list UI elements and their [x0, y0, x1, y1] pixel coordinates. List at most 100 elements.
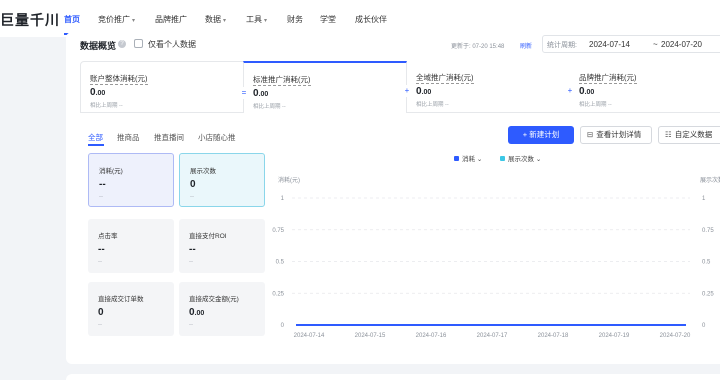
metric-tab-compare: 相比上周期 --: [253, 104, 286, 110]
metric-box-gmv[interactable]: 直接成交金额(元) 0.00 --: [179, 282, 265, 336]
y-tick-label-left: 0: [281, 323, 285, 329]
personal-data-label[interactable]: 仅看个人数据: [148, 39, 196, 50]
x-tick-label: 2024-07-16: [416, 333, 447, 339]
metric-box-compare: --: [189, 322, 193, 328]
nav-item-tools[interactable]: 工具 ▾: [246, 14, 267, 25]
metric-box-value: 0.00: [189, 307, 205, 318]
period-picker[interactable]: 统计周期: 2024-07-14 ~ 2024-07-20: [542, 35, 720, 53]
chevron-down-icon: ▾: [264, 18, 268, 24]
view-plan-detail-button[interactable]: ⊟ 查看计划详情: [580, 126, 652, 144]
settings-icon: ☷: [665, 130, 672, 139]
nav-item-bidding[interactable]: 竞价推广 ▾: [98, 14, 135, 25]
y-tick-label-right: 1: [702, 196, 706, 202]
y-tick-label-left: 0.75: [272, 228, 284, 234]
metric-tab-value: 0.00: [579, 86, 595, 97]
metric-box-label: 直接支付ROI: [189, 233, 227, 240]
nav-item-home[interactable]: 首页: [64, 14, 80, 25]
brand-logo[interactable]: 巨量千川: [0, 10, 60, 30]
equals-icon: =: [238, 87, 250, 99]
y-axis-left-title: 消耗(元): [278, 176, 300, 184]
subtab-shop-promo[interactable]: 小店随心推: [198, 132, 236, 143]
personal-data-checkbox[interactable]: [134, 39, 143, 48]
data-overview-card: 数据概览 ? 仅看个人数据 更新于: 07-20 15:48 刷新 统计周期: …: [66, 32, 720, 364]
nav-item-finance[interactable]: 财务: [287, 14, 303, 25]
custom-data-button[interactable]: ☷ 自定义数据: [658, 126, 720, 144]
metric-tab-standard[interactable]: = 标准推广消耗(元) 0.00 相比上周期 --: [238, 61, 407, 113]
metric-tab-global[interactable]: + 全域推广消耗(元) 0.00 相比上周期 --: [401, 61, 571, 113]
nav-item-brand[interactable]: 品牌推广: [155, 14, 187, 25]
y-tick-label-right: 0.25: [702, 291, 714, 297]
list-icon: ⊟: [587, 130, 594, 139]
metric-box-roi[interactable]: 直接支付ROI -- --: [179, 219, 265, 273]
subtab-all[interactable]: 全部: [88, 132, 103, 143]
metric-tab-value: 0.00: [90, 87, 106, 98]
metric-tab-account-total[interactable]: 账户整体消耗(元) 0.00 相比上周期 --: [80, 61, 244, 113]
legend-swatch: [500, 156, 505, 161]
legend-swatch: [454, 156, 459, 161]
new-plan-button[interactable]: + 新建计划: [508, 126, 574, 144]
period-end-date[interactable]: 2024-07-20: [661, 40, 702, 49]
x-tick-label: 2024-07-14: [294, 333, 325, 339]
x-tick-label: 2024-07-19: [599, 333, 630, 339]
metric-tab-title: 标准推广消耗(元): [253, 75, 311, 86]
nav-item-data[interactable]: 数据 ▾: [205, 14, 226, 25]
chevron-down-icon: ▾: [132, 18, 136, 24]
metric-box-value: --: [98, 244, 105, 255]
metric-box-orders[interactable]: 直接成交订单数 0 --: [88, 282, 174, 336]
updated-time: 更新于: 07-20 15:48: [451, 44, 505, 50]
metric-box-compare: --: [98, 259, 102, 265]
metric-box-compare: --: [99, 194, 103, 200]
y-tick-label-right: 0: [702, 323, 706, 329]
y-tick-label-right: 0.5: [702, 260, 711, 266]
metric-tab-brand[interactable]: + 品牌推广消耗(元) 0.00 相比上周期 --: [564, 61, 720, 113]
metric-tab-title: 品牌推广消耗(元): [579, 73, 637, 84]
plus-icon: +: [401, 85, 413, 97]
y-tick-label-left: 1: [281, 196, 285, 202]
metric-box-label: 直接成交金额(元): [189, 296, 239, 303]
metric-box-value: --: [99, 179, 106, 190]
period-start-date[interactable]: 2024-07-14: [589, 40, 630, 49]
metric-box-ctr[interactable]: 点击率 -- --: [88, 219, 174, 273]
metric-box-compare: --: [98, 322, 102, 328]
secondary-card: [66, 374, 720, 380]
y-tick-label-right: 0.75: [702, 228, 714, 234]
x-tick-label: 2024-07-18: [538, 333, 569, 339]
subtab-active-indicator: [88, 144, 104, 146]
nav-item-growth-partner[interactable]: 成长伙伴: [355, 14, 387, 25]
metric-box-value: 0: [190, 179, 196, 190]
y-axis-right-title: 展示次数: [700, 176, 720, 184]
y-tick-label-left: 0.25: [272, 291, 284, 297]
metric-tab-title: 账户整体消耗(元): [90, 74, 148, 85]
nav-item-academy[interactable]: 学堂: [320, 14, 336, 25]
overview-title: 数据概览: [80, 41, 117, 51]
trend-chart: 消耗(元) 展示次数 0 0.25 0.5 0.75 1 0 0.25 0.5 0.75 1 2…: [272, 176, 720, 339]
metric-box-impressions[interactable]: 展示次数 0 --: [179, 153, 265, 207]
subtab-product[interactable]: 推商品: [117, 132, 140, 143]
subtab-live-room[interactable]: 推直播间: [154, 132, 184, 143]
metric-box-label: 直接成交订单数: [98, 296, 144, 303]
metric-box-value: 0: [98, 307, 104, 318]
metric-tab-value: 0.00: [253, 88, 269, 99]
metric-box-label: 展示次数: [190, 168, 216, 175]
period-separator: ~: [653, 40, 658, 49]
metric-tab-compare: 相比上周期 --: [90, 103, 123, 109]
metric-tab-title: 全域推广消耗(元): [416, 73, 474, 84]
help-icon[interactable]: ?: [118, 40, 126, 48]
refresh-link[interactable]: 刷新: [520, 41, 532, 50]
y-tick-label-left: 0.5: [276, 260, 285, 266]
plus-icon: +: [564, 85, 576, 97]
metric-box-value: --: [189, 244, 196, 255]
x-tick-label: 2024-07-17: [477, 333, 508, 339]
metric-tab-compare: 相比上周期 --: [579, 102, 612, 108]
x-tick-label: 2024-07-20: [660, 333, 691, 339]
metric-box-compare: --: [190, 194, 194, 200]
period-label: 统计周期:: [547, 42, 577, 49]
metric-tab-value: 0.00: [416, 86, 432, 97]
metric-box-label: 消耗(元): [99, 168, 123, 175]
chevron-down-icon: ▾: [223, 18, 227, 24]
metric-box-cost[interactable]: 消耗(元) -- --: [88, 153, 174, 207]
x-tick-label: 2024-07-15: [355, 333, 386, 339]
metric-box-label: 点击率: [98, 233, 118, 240]
metric-tab-compare: 相比上周期 --: [416, 102, 449, 108]
metric-box-compare: --: [189, 259, 193, 265]
